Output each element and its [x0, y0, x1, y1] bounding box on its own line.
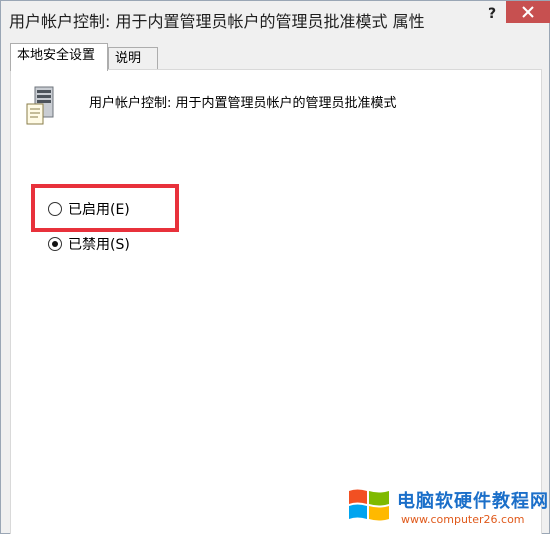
help-button[interactable]: ?: [479, 3, 505, 25]
radio-enabled-label: 已启用(E): [68, 202, 130, 218]
server-policy-icon: [26, 86, 54, 125]
windows-logo-icon: [349, 489, 389, 521]
title-bar[interactable]: 用户帐户控制: 用于内置管理员帐户的管理员批准模式 属性 ?: [1, 1, 550, 39]
tab-panel: 用户帐户控制: 用于内置管理员帐户的管理员批准模式 已启用(E) 已禁用(S): [10, 69, 542, 534]
watermark-title: 电脑软硬件教程网: [397, 491, 549, 512]
radio-enabled[interactable]: 已启用(E): [48, 200, 130, 218]
radio-disabled[interactable]: 已禁用(S): [48, 235, 130, 253]
close-button[interactable]: [506, 1, 550, 23]
radio-enabled-circle[interactable]: [48, 202, 62, 216]
radio-disabled-label: 已禁用(S): [68, 237, 130, 253]
properties-dialog: 用户帐户控制: 用于内置管理员帐户的管理员批准模式 属性 ? 本地安全设置 说明…: [0, 0, 550, 534]
window-title: 用户帐户控制: 用于内置管理员帐户的管理员批准模式 属性: [9, 12, 425, 31]
watermark-url: www.computer26.com: [401, 513, 525, 526]
policy-name: 用户帐户控制: 用于内置管理员帐户的管理员批准模式: [89, 96, 397, 111]
close-icon: [522, 6, 534, 18]
tab-explain[interactable]: 说明: [108, 47, 158, 70]
tab-local-security-setting[interactable]: 本地安全设置: [10, 43, 108, 71]
radio-disabled-circle[interactable]: [48, 237, 62, 251]
site-watermark: 电脑软硬件教程网 www.computer26.com: [347, 481, 549, 531]
